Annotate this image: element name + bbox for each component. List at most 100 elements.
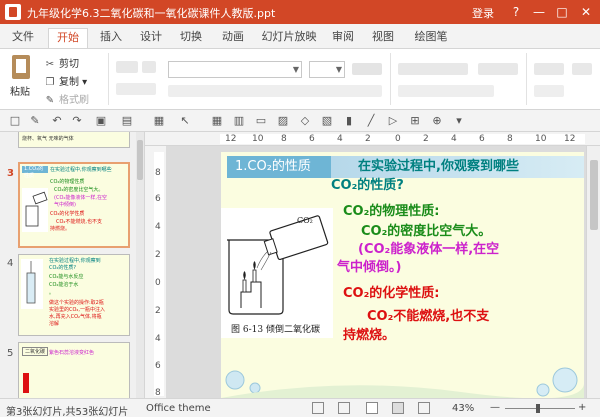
normal-view-icon[interactable] [366,402,378,414]
thumbnail-text: 在实验过程中,你观察到哪些 [50,167,112,173]
group-separator [108,53,109,105]
tab-file[interactable]: 文件 [6,28,40,48]
pointer-icon[interactable]: ↖ [178,114,192,128]
close-button[interactable]: ✕ [576,3,596,21]
figure-caption: 图 6-13 倾倒二氧化碳 [231,325,320,335]
tab-animations[interactable]: 动画 [216,28,250,48]
grid-icon[interactable]: ⊞ [408,114,422,128]
pour-statement-line-1[interactable]: (CO₂能象液体一样,在空 [358,238,499,257]
thumbnail-figure [22,188,48,232]
tab-slideshow[interactable]: 幻灯片放映 [258,28,320,48]
layout-button[interactable] [142,61,156,73]
help-button[interactable]: ? [506,3,526,21]
zoom-slider[interactable] [505,408,575,409]
image-icon[interactable]: ▨ [276,114,290,128]
cut-label: 剪切 [59,59,79,70]
cut-button[interactable]: ✂ 剪切 [44,55,79,70]
physical-properties-heading[interactable]: CO₂的物理性质: [343,200,440,219]
font-family-select[interactable]: ▼ [168,61,302,78]
undo-icon[interactable]: ↶ [50,114,64,128]
thumbnails-scrollbar[interactable] [136,132,144,398]
slide-sorter-icon[interactable] [392,402,404,414]
question-line-1[interactable]: 在实验过程中,你观察到哪些 [358,155,519,174]
tab-view[interactable]: 视图 [366,28,400,48]
reading-view-icon[interactable] [418,402,430,414]
textbox-icon[interactable]: ▭ [254,114,268,128]
ruler-tick-label: 0 [155,278,161,288]
tab-design[interactable]: 设计 [134,28,168,48]
status-bar: 第3张幻灯片,共53张幻灯片 Office theme 43% — + [0,398,600,417]
list-buttons[interactable] [398,63,468,75]
slide-editing-area: 1.CO₂的性质 在实验过程中,你观察到哪些 CO₂的性质? CO₂的物理性质:… [166,146,586,398]
column-chart-icon[interactable]: ▮ [342,114,356,128]
thumbnail-text: CO₂的性质? [49,265,77,271]
print-preview-icon[interactable]: ▤ [120,114,134,128]
arrange-icon[interactable]: ▧ [320,114,334,128]
scrollbar-thumb[interactable] [137,140,143,180]
pouring-co2-illustration [227,215,329,315]
alignment-buttons[interactable] [398,85,494,97]
font-size-select[interactable]: ▼ [309,61,345,78]
ruler-tick-label: 8 [507,134,513,144]
pouring-co2-figure[interactable]: CO₂ 图 6-13 倾倒二氧化碳 [221,208,333,338]
current-slide[interactable]: 1.CO₂的性质 在实验过程中,你观察到哪些 CO₂的性质? CO₂的物理性质:… [221,152,584,398]
font-grow-shrink-buttons[interactable] [352,63,382,75]
customize-icon[interactable]: ▾ [452,114,466,128]
zoom-level[interactable]: 43% [452,403,474,414]
text-direction-button[interactable] [534,63,564,75]
tab-home[interactable]: 开始 [48,28,88,48]
thumbnail-text: 烧杯、氧气 无味的气体 [22,136,74,142]
notes-icon[interactable] [312,402,324,414]
zoom-icon[interactable]: ⊕ [430,114,444,128]
indent-buttons[interactable] [478,63,518,75]
group-separator [390,53,391,105]
zoom-out-button[interactable]: — [490,402,500,413]
thumbnail-figure-drawing [26,261,36,304]
copy-button[interactable]: ❐ 复制 ▾ [44,73,88,88]
chart-icon[interactable]: ▥ [232,114,246,128]
zoom-slider-handle[interactable] [536,404,540,413]
slideshow-icon[interactable]: ▷ [386,114,400,128]
slide-title-box[interactable]: 1.CO₂的性质 [227,156,331,178]
comments-icon[interactable] [338,402,350,414]
combustion-statement-line-1[interactable]: CO₂不能燃烧,也不支 [367,305,489,324]
slide-thumbnail-4[interactable]: 在实验过程中,你观察到 CO₂的性质? CO₂能与水反应 CO₂能溶于水 。 做… [18,254,130,336]
theme-name: Office theme [146,403,211,414]
ruler-scale [154,152,164,396]
density-statement[interactable]: CO₂的密度比空气大。 [361,220,491,239]
slide-number-4: 4 [7,258,14,269]
new-slide-button[interactable] [116,61,138,73]
tab-review[interactable]: 审阅 [326,28,360,48]
line-icon[interactable]: ╱ [364,114,378,128]
question-line-2[interactable]: CO₂的性质? [331,174,404,193]
redo-icon[interactable]: ↷ [70,114,84,128]
pour-statement-line-2[interactable]: 气中倾倒。) [337,256,401,275]
scrollbar-thumb[interactable] [590,160,598,230]
zoom-in-button[interactable]: + [578,402,586,413]
chevron-down-icon: ▼ [292,65,299,74]
save-icon[interactable]: ▣ [94,114,108,128]
shapes-icon[interactable]: ◇ [298,114,312,128]
maximize-button[interactable]: □ [552,3,572,21]
print-icon[interactable]: ▦ [152,114,166,128]
format-painter-button[interactable]: ✎ 格式刷 [44,91,89,106]
reset-button[interactable] [116,83,156,95]
ribbon-more-button[interactable] [572,63,592,75]
table-icon[interactable]: ▦ [210,114,224,128]
align-text-button[interactable] [534,85,564,97]
login-link[interactable]: 登录 [472,5,494,21]
slide-thumbnail-2[interactable]: 烧杯、氧气 无味的气体 [18,132,130,148]
minimize-button[interactable]: — [529,3,549,21]
new-file-icon[interactable]: □ [8,114,22,128]
ruler-tick-label: 4 [155,222,161,232]
tab-transitions[interactable]: 切换 [174,28,208,48]
tab-insert[interactable]: 插入 [94,28,128,48]
paste-button[interactable]: 粘贴 [6,53,36,101]
font-format-buttons[interactable] [168,85,382,97]
tab-drawing-pen[interactable]: 绘图笔 [408,28,454,48]
slide-scrollbar[interactable] [586,146,600,398]
pen-icon[interactable]: ✎ [28,114,42,128]
slide-thumbnail-3[interactable]: 1.CO₂的性质 在实验过程中,你观察到哪些 CO₂的物理性质 CO₂的密度比空… [18,162,130,248]
chemical-properties-heading[interactable]: CO₂的化学性质: [343,282,440,301]
slide-thumbnail-5[interactable]: 二氧化碳 紫色石蕊溶液变红色 [18,342,130,398]
